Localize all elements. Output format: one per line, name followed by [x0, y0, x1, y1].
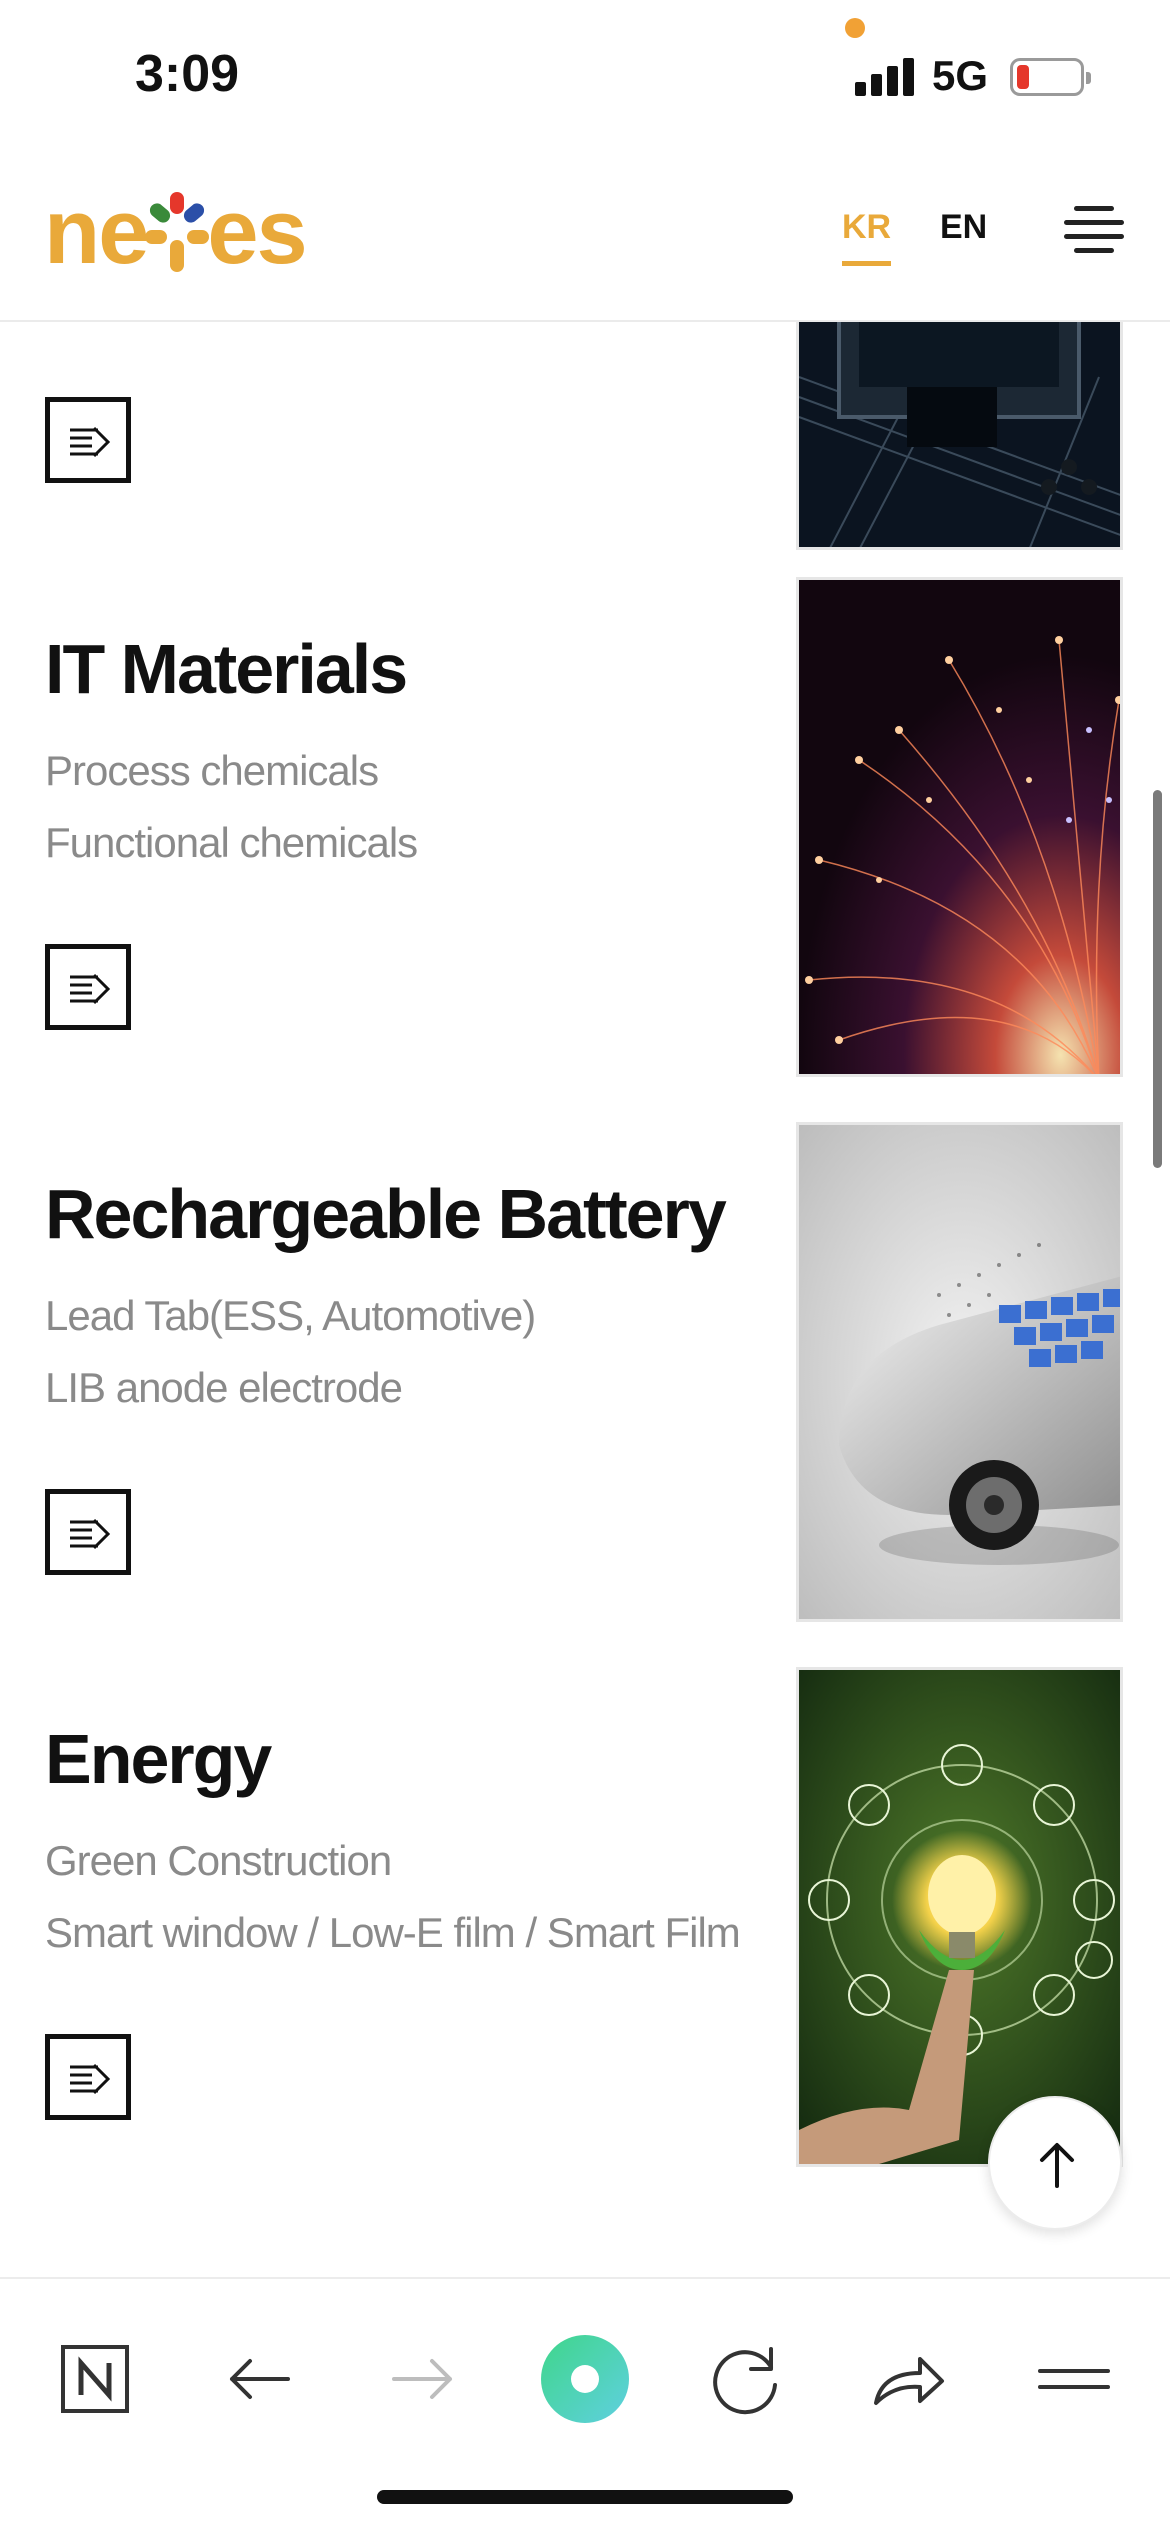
- arrow-right-icon: [70, 426, 111, 458]
- section-it-materials: IT Materials Process chemicals Functiona…: [0, 577, 1170, 1122]
- more-button[interactable]: [45, 1489, 131, 1575]
- fiber-optics-image[interactable]: [796, 577, 1123, 1077]
- back-to-top-button[interactable]: [988, 2096, 1122, 2230]
- more-button[interactable]: [45, 944, 131, 1030]
- business-sections: IT Materials Process chemicals Functiona…: [0, 322, 1170, 2277]
- logo-text-left: ne: [44, 180, 149, 283]
- menu-icon[interactable]: [1024, 2329, 1124, 2429]
- arrow-right-icon: [70, 973, 111, 1005]
- home-indicator[interactable]: [377, 2490, 793, 2504]
- logo-flower-mark-icon: [145, 192, 210, 272]
- more-button[interactable]: [45, 2034, 131, 2120]
- green-energy-lightbulb-image[interactable]: [796, 1667, 1123, 2167]
- naver-n-icon[interactable]: [45, 2329, 145, 2429]
- network-type: 5G: [932, 52, 989, 99]
- more-button[interactable]: [45, 397, 131, 483]
- section-item: Lead Tab(ESS, Automotive): [45, 1292, 536, 1339]
- logo-text-right: es: [207, 180, 307, 283]
- lang-en-button[interactable]: EN: [940, 208, 987, 247]
- site-header: ne es KR EN: [0, 150, 1170, 322]
- nepes-logo[interactable]: ne es: [44, 172, 308, 292]
- share-icon[interactable]: [858, 2329, 958, 2429]
- hamburger-menu-icon[interactable]: [1064, 206, 1124, 256]
- reload-icon[interactable]: [695, 2329, 795, 2429]
- section-title: Energy: [45, 1720, 272, 1798]
- section-title: Rechargeable Battery: [45, 1175, 727, 1253]
- section-item: Functional chemicals: [45, 819, 418, 866]
- section-item: Green Construction: [45, 1837, 392, 1884]
- forward-arrow-icon[interactable]: [372, 2329, 472, 2429]
- section-item: Smart window / Low-E film / Smart Film: [45, 1909, 741, 1956]
- arrow-right-icon: [70, 1518, 111, 1550]
- page-scrollbar[interactable]: [1153, 790, 1162, 1168]
- section-item: Process chemicals: [45, 747, 379, 794]
- privacy-indicator-dot: [845, 18, 865, 38]
- lang-kr-button[interactable]: KR: [842, 208, 892, 266]
- status-bar: 3:09 5G: [0, 0, 1170, 150]
- arrow-up-icon: [1040, 2143, 1074, 2188]
- section-item: LIB anode electrode: [45, 1364, 403, 1411]
- semiconductor-chip-image[interactable]: [796, 322, 1123, 550]
- green-dot-icon[interactable]: [535, 2329, 635, 2429]
- section-rechargeable-battery: Rechargeable Battery Lead Tab(ESS, Autom…: [0, 1122, 1170, 1667]
- back-arrow-icon[interactable]: [210, 2329, 310, 2429]
- cellular-signal-icon: [855, 56, 917, 96]
- electric-car-image[interactable]: [796, 1122, 1123, 1622]
- battery-icon: [1010, 58, 1091, 96]
- arrow-right-icon: [70, 2063, 111, 2095]
- section-title: IT Materials: [45, 630, 408, 708]
- status-time: 3:09: [135, 45, 240, 103]
